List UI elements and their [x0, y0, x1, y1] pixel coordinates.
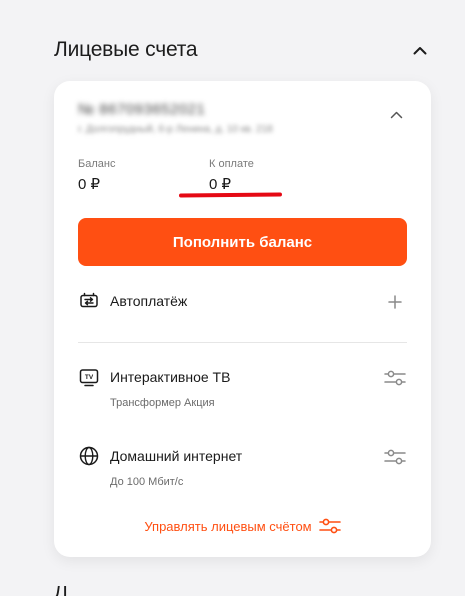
tv-service-title: Интерактивное ТВ	[110, 369, 231, 385]
due-block: К оплате 0 ₽	[209, 158, 254, 193]
autopay-icon	[78, 290, 100, 312]
page: Лицевые счета № 867093652021 г. Долгопру…	[0, 0, 465, 596]
account-header: № 867093652021 г. Долгопрудный, б-р Лени…	[78, 101, 408, 141]
tv-service-subtitle: Трансформер Акция	[110, 397, 215, 409]
service-row-internet[interactable]: Домашний интернет До 100 Мбит/с	[78, 445, 407, 495]
account-number: № 867093652021	[78, 101, 206, 118]
chevron-up-icon	[413, 46, 427, 54]
chevron-up-icon	[390, 111, 402, 119]
add-autopay-button[interactable]	[383, 290, 407, 314]
balance-block: Баланс 0 ₽	[78, 158, 115, 193]
internet-service-title: Домашний интернет	[110, 448, 243, 464]
manage-account-link[interactable]: Управлять лицевым счётом	[54, 515, 431, 537]
topup-balance-button[interactable]: Пополнить баланс	[78, 218, 407, 266]
due-value: 0 ₽	[209, 176, 232, 193]
service-row-tv[interactable]: TV Интерактивное ТВ Трансформер Акция	[78, 366, 407, 416]
collapse-account-button[interactable]	[384, 103, 408, 127]
globe-icon	[78, 445, 100, 467]
balance-value: 0 ₽	[78, 176, 101, 193]
settings-sliders-icon	[384, 449, 406, 465]
plus-icon	[388, 295, 402, 309]
settings-sliders-icon	[384, 370, 406, 386]
due-label: К оплате	[209, 158, 254, 170]
internet-settings-button[interactable]	[383, 445, 407, 469]
autopay-title: Автоплатёж	[110, 293, 188, 309]
account-card: № 867093652021 г. Долгопрудный, б-р Лени…	[54, 81, 431, 557]
tv-settings-button[interactable]	[383, 366, 407, 390]
autopay-row[interactable]: Автоплатёж	[78, 290, 407, 314]
svg-text:TV: TV	[85, 374, 94, 381]
section-header: Лицевые счета	[54, 36, 432, 64]
settings-sliders-icon	[318, 518, 341, 534]
collapse-section-button[interactable]	[408, 38, 432, 62]
section-title: Лицевые счета	[54, 38, 198, 61]
internet-service-subtitle: До 100 Мбит/с	[110, 476, 184, 488]
balance-label: Баланс	[78, 158, 116, 170]
account-address: г. Долгопрудный, б-р Ленина, д. 10 кв. 2…	[78, 124, 273, 135]
divider	[78, 342, 407, 343]
next-section-title-partial: Л	[54, 586, 74, 596]
tv-icon: TV	[78, 366, 100, 388]
manage-account-label: Управлять лицевым счётом	[144, 518, 312, 534]
